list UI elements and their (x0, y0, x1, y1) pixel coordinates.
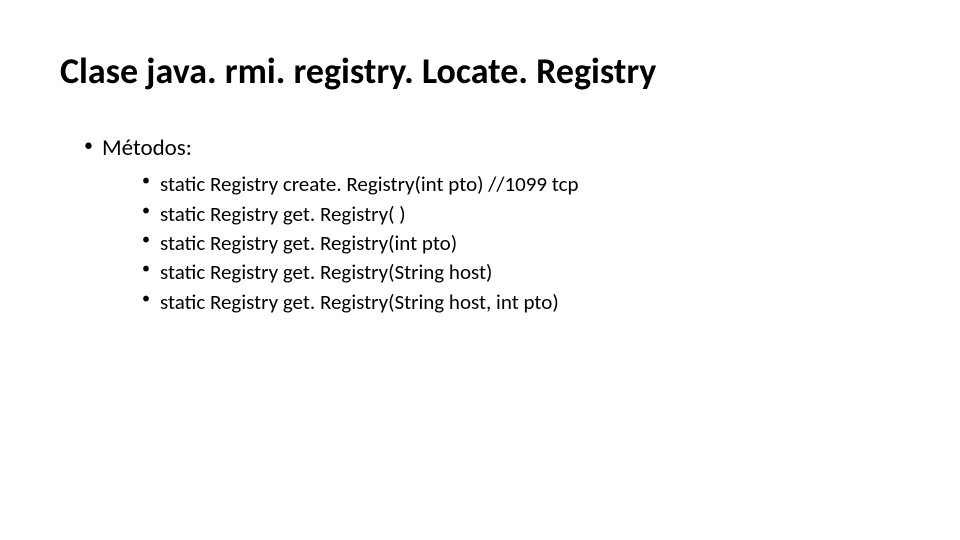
outer-item-metodos: Métodos: static Registry create. Registr… (84, 133, 900, 317)
inner-list: static Registry create. Registry(int pto… (102, 170, 900, 317)
outer-list: Métodos: static Registry create. Registr… (60, 133, 900, 317)
list-item: static Registry get. Registry(int pto) (142, 229, 900, 258)
list-item: static Registry get. Registry( ) (142, 200, 900, 229)
list-item-text: static Registry create. Registry(int pto… (160, 171, 579, 197)
list-item-text: static Registry get. Registry(int pto) (160, 230, 457, 256)
slide-title: Clase java. rmi. registry. Locate. Regis… (60, 50, 900, 93)
list-item: static Registry create. Registry(int pto… (142, 170, 900, 199)
list-item-text: static Registry get. Registry(String hos… (160, 289, 559, 315)
outer-item-label: Métodos: (102, 134, 192, 162)
list-item-text: static Registry get. Registry(String hos… (160, 259, 492, 285)
list-item: static Registry get. Registry(String hos… (142, 258, 900, 287)
slide: Clase java. rmi. registry. Locate. Regis… (0, 0, 960, 540)
list-item: static Registry get. Registry(String hos… (142, 288, 900, 317)
list-item-text: static Registry get. Registry( ) (160, 201, 406, 227)
